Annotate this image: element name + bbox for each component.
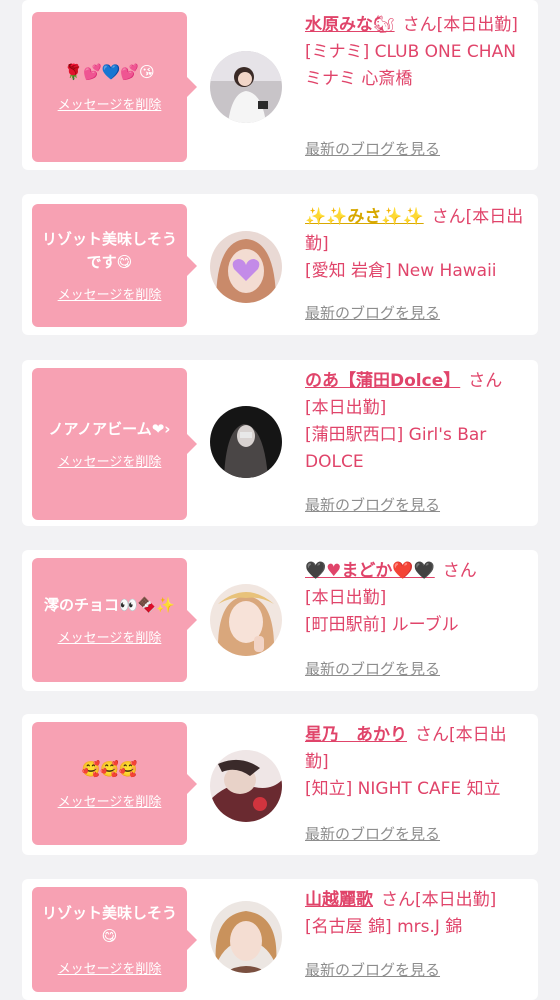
avatar[interactable] [210, 231, 282, 303]
message-card: リゾット美味しそう😋 メッセージを削除 山越麗歌 さん[本日出勤] [名古屋 錦]… [22, 879, 538, 1000]
cast-info: 星乃 あかり さん[本日出勤] [知立] NIGHT CAFE 知立 [305, 722, 530, 803]
latest-blog-link[interactable]: 最新のブログを見る [305, 959, 440, 980]
message-bubble: ノアノアビーム❤︎› メッセージを削除 [32, 368, 197, 520]
shop-name: [知立] NIGHT CAFE 知立 [305, 779, 501, 799]
work-status: [本日出勤] [305, 398, 387, 418]
message-text: 🌹💕💙💕😘 [64, 63, 155, 81]
profile-photo-icon [210, 51, 282, 123]
message-bubble: 🌹💕💙💕😘 メッセージを削除 [32, 12, 197, 162]
profile-photo-icon [210, 231, 282, 303]
message-bubble: 🥰🥰🥰 メッセージを削除 [32, 722, 197, 845]
cast-name-link[interactable]: 🖤♥まどか❤️🖤 [305, 561, 435, 581]
cast-name-link[interactable]: 山越麗歌 [305, 890, 373, 910]
cast-name-link[interactable]: のあ【蒲田Dolce】 [305, 371, 460, 391]
message-text: 🥰🥰🥰 [81, 759, 138, 778]
avatar[interactable] [210, 406, 282, 478]
avatar[interactable] [210, 901, 282, 973]
profile-photo-icon [210, 584, 282, 656]
cast-name: 水原みな [305, 15, 373, 35]
profile-photo-icon [210, 406, 282, 478]
name-suffix: さん [468, 371, 503, 391]
latest-blog-link[interactable]: 最新のブログを見る [305, 302, 440, 323]
cast-info: のあ【蒲田Dolce】 さん [本日出勤] [蒲田駅西口] Girl's Bar … [305, 368, 530, 476]
latest-blog-link[interactable]: 最新のブログを見る [305, 494, 440, 515]
work-status: [本日出勤] [305, 588, 387, 608]
avatar[interactable] [210, 584, 282, 656]
cast-info: ✨✨みさ✨✨ さん[本日出勤] [愛知 岩倉] New Hawaii [305, 204, 530, 285]
delete-message-link[interactable]: メッセージを削除 [58, 94, 162, 113]
work-status: [本日出勤] [415, 890, 497, 910]
shop-name: [愛知 岩倉] New Hawaii [305, 261, 497, 281]
message-bubble: リゾット美味しそうです😋 メッセージを削除 [32, 204, 197, 327]
cast-name-link[interactable]: 水原みな🐿 [305, 15, 395, 35]
delete-message-link[interactable]: メッセージを削除 [58, 627, 162, 646]
work-status: [本日出勤] [436, 15, 518, 35]
shop-name: [町田駅前] ルーブル [305, 615, 459, 635]
message-text: リゾット美味しそう😋 [41, 904, 177, 945]
profile-photo-icon [210, 750, 282, 822]
message-text: 澪のチョコ👀🍫✨ [43, 596, 176, 614]
delete-message-link[interactable]: メッセージを削除 [58, 451, 162, 470]
message-bubble: 澪のチョコ👀🍫✨ メッセージを削除 [32, 558, 197, 682]
profile-photo-icon [210, 901, 282, 973]
name-suffix: さん [402, 15, 437, 35]
message-text: ノアノアビーム❤︎› [48, 420, 171, 438]
shop-name: [名古屋 錦] mrs.J 錦 [305, 917, 463, 937]
latest-blog-link[interactable]: 最新のブログを見る [305, 658, 440, 679]
delete-message-link[interactable]: メッセージを削除 [58, 284, 162, 303]
name-suffix: さん [415, 725, 449, 745]
cast-info: 水原みな🐿 さん[本日出勤] [ミナミ] CLUB ONE CHAN ミナミ 心斎… [305, 12, 530, 93]
message-card: ノアノアビーム❤︎› メッセージを削除 のあ【蒲田Dolce】 さん [本日出勤]… [22, 360, 538, 526]
latest-blog-link[interactable]: 最新のブログを見る [305, 823, 440, 844]
shop-name: [蒲田駅西口] Girl's Bar DOLCE [305, 425, 487, 472]
cast-name-link[interactable]: 星乃 あかり [305, 725, 407, 745]
message-card: 🌹💕💙💕😘 メッセージを削除 水原みな🐿 さん[本日出勤] [ミナミ] CLUB … [22, 0, 538, 170]
name-suffix: さん [431, 207, 466, 227]
message-card: 🥰🥰🥰 メッセージを削除 星乃 あかり さん[本日出勤] [知立] NIGHT C… [22, 714, 538, 855]
message-card: リゾット美味しそうです😋 メッセージを削除 ✨✨みさ✨✨ さん[本日出勤] [愛知… [22, 194, 538, 335]
cast-info: 🖤♥まどか❤️🖤 さん [本日出勤] [町田駅前] ルーブル [305, 558, 530, 639]
message-text: リゾット美味しそうです😋 [41, 230, 177, 271]
name-suffix: さん [442, 561, 477, 581]
message-bubble: リゾット美味しそう😋 メッセージを削除 [32, 887, 197, 992]
message-list: 🌹💕💙💕😘 メッセージを削除 水原みな🐿 さん[本日出勤] [ミナミ] CLUB … [0, 0, 560, 1000]
message-card: 澪のチョコ👀🍫✨ メッセージを削除 🖤♥まどか❤️🖤 さん [本日出勤] [町田駅… [22, 550, 538, 691]
latest-blog-link[interactable]: 最新のブログを見る [305, 138, 440, 159]
delete-message-link[interactable]: メッセージを削除 [58, 791, 162, 810]
avatar[interactable] [210, 51, 282, 123]
delete-message-link[interactable]: メッセージを削除 [58, 958, 162, 977]
cast-name-link[interactable]: ✨✨みさ✨✨ [305, 207, 424, 227]
name-suffix: さん [381, 890, 415, 910]
shop-name: [ミナミ] CLUB ONE CHAN ミナミ 心斎橋 [305, 42, 516, 89]
squirrel-icon: 🐿 [373, 15, 395, 35]
cast-info: 山越麗歌 さん[本日出勤] [名古屋 錦] mrs.J 錦 [305, 887, 530, 941]
avatar[interactable] [210, 750, 282, 822]
